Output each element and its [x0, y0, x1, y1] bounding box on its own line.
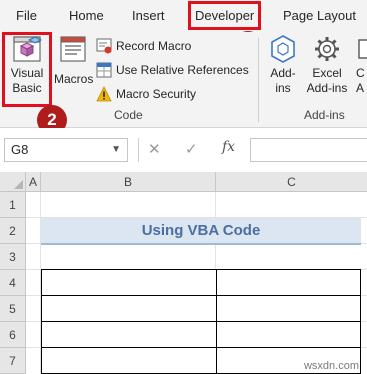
row-header-6[interactable]: 6 — [0, 322, 26, 348]
group-separator — [258, 38, 259, 122]
name-box-value: G8 — [11, 142, 29, 157]
row-header-7[interactable]: 7 — [0, 348, 26, 374]
add-ins-label-line2: ins — [275, 81, 291, 95]
gear-icon — [315, 37, 339, 61]
row-header-1[interactable]: 1 — [0, 192, 26, 218]
excel-add-ins-button[interactable]: Excel Add-ins — [305, 34, 349, 96]
record-macro-icon — [96, 38, 112, 54]
table-cell-b7[interactable] — [41, 347, 217, 374]
sheet-title-cell[interactable]: Using VBA Code — [41, 218, 361, 245]
formula-bar-separator — [138, 138, 139, 162]
add-ins-group-label: Add-ins — [304, 108, 345, 122]
chevron-down-icon[interactable]: ▼ — [111, 139, 121, 161]
record-macro-label: Record Macro — [116, 39, 192, 53]
add-ins-hexagon-icon — [271, 35, 295, 63]
com-add-ins-icon — [358, 39, 367, 59]
relative-references-icon — [96, 62, 112, 78]
tab-insert[interactable]: Insert — [132, 0, 165, 32]
column-header-a[interactable]: A — [26, 172, 41, 192]
code-group-label: Code — [114, 108, 143, 122]
select-all-triangle-icon — [14, 180, 23, 189]
table-cell-b6[interactable] — [41, 321, 217, 348]
macros-label: Macros — [54, 72, 94, 86]
row-header-5[interactable]: 5 — [0, 296, 26, 322]
ribbon: Visual Basic 2 Macros Record Macro Use R… — [0, 32, 367, 135]
ribbon-tab-bar: File Home Insert Developer Page Layout — [0, 0, 367, 32]
excel-add-ins-label-line2: Add-ins — [306, 81, 348, 95]
tab-page-layout[interactable]: Page Layout — [283, 0, 356, 32]
add-ins-button[interactable]: Add- ins — [264, 34, 302, 96]
visual-basic-label-line1: Visual — [10, 66, 44, 80]
row-header-2[interactable]: 2 — [0, 218, 26, 244]
worksheet-grid: A B C 1 2 3 4 5 6 7 Using VBA Code wsxdn… — [0, 172, 367, 374]
tab-developer[interactable]: Developer — [188, 1, 262, 30]
macro-security-label: Macro Security — [116, 87, 197, 101]
com-add-ins-label-line1: C — [356, 66, 365, 80]
enter-check-icon[interactable]: ✓ — [185, 140, 198, 158]
visual-basic-icon — [13, 36, 42, 62]
table-cell-c4[interactable] — [216, 269, 361, 296]
macros-icon — [60, 36, 86, 62]
tab-file[interactable]: File — [16, 0, 37, 32]
add-ins-label-line1: Add- — [270, 66, 296, 80]
insert-function-button[interactable]: fx — [222, 139, 235, 155]
table-cell-c5[interactable] — [216, 295, 361, 322]
tab-home[interactable]: Home — [69, 0, 104, 32]
macros-button[interactable]: Macros — [54, 34, 94, 87]
com-add-ins-button[interactable]: C A — [356, 34, 367, 96]
watermark: wsxdn.com — [303, 360, 359, 372]
com-add-ins-label-line2: A — [356, 81, 365, 95]
visual-basic-label-line2: Basic — [12, 81, 42, 95]
column-header-c[interactable]: C — [216, 172, 367, 192]
formula-bar: G8 ▼ ✕ ✓ fx — [0, 128, 367, 172]
visual-basic-button[interactable]: Visual Basic — [5, 34, 49, 96]
excel-add-ins-label-line1: Excel — [312, 66, 342, 80]
column-header-b[interactable]: B — [41, 172, 216, 192]
table-cell-b4[interactable] — [41, 269, 217, 296]
cancel-icon[interactable]: ✕ — [148, 140, 161, 158]
name-box[interactable]: G8 ▼ — [4, 138, 128, 162]
table-cell-b5[interactable] — [41, 295, 217, 322]
warning-icon — [96, 86, 112, 102]
formula-input[interactable] — [250, 138, 367, 162]
relative-references-label: Use Relative References — [116, 63, 249, 77]
select-all-corner[interactable] — [0, 172, 26, 192]
table-cell-c6[interactable] — [216, 321, 361, 348]
row-header-4[interactable]: 4 — [0, 270, 26, 296]
row-header-3[interactable]: 3 — [0, 244, 26, 270]
